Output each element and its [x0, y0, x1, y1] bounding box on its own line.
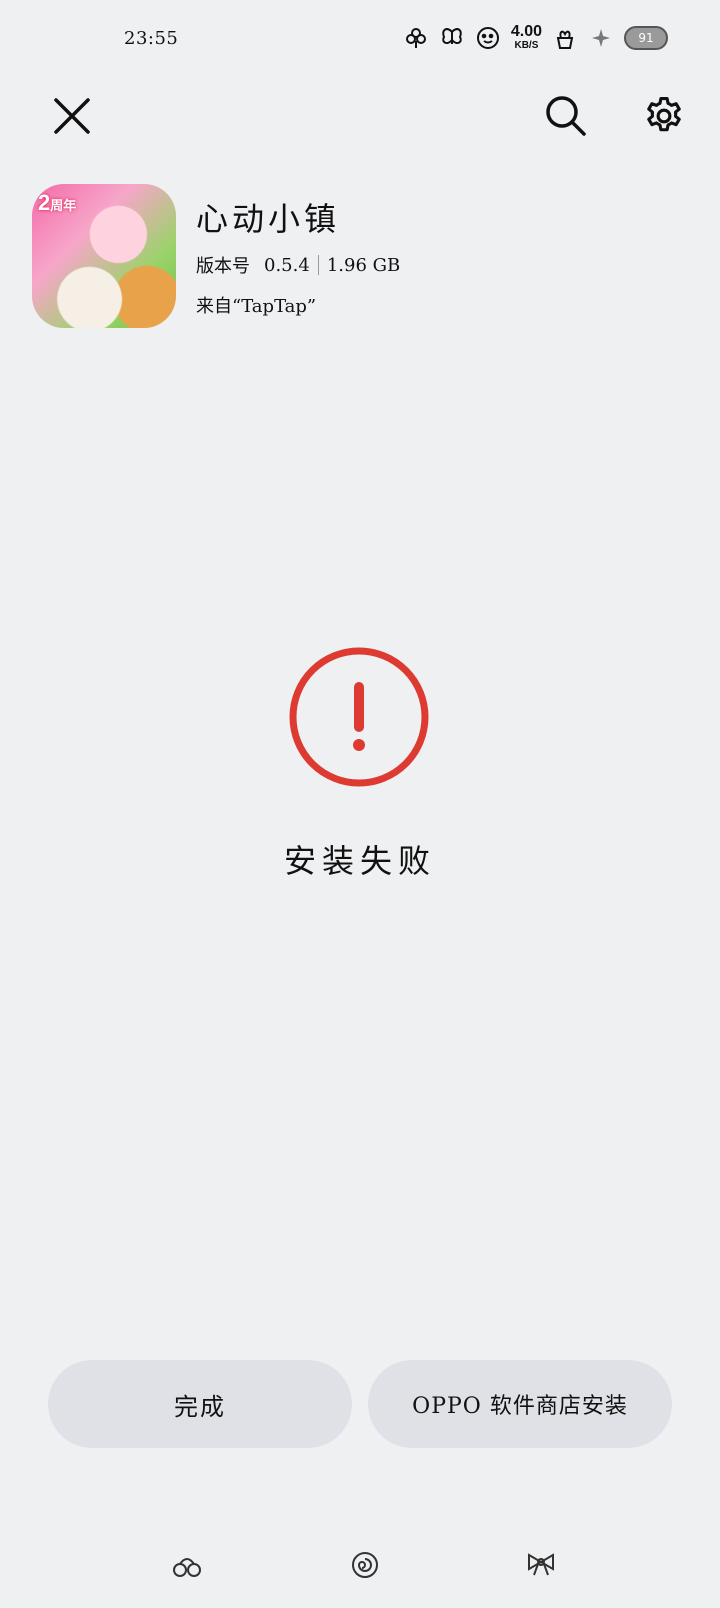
recent-apps-icon: [528, 1553, 554, 1576]
battery-level: 91: [638, 30, 654, 45]
app-icon-badge-number: 2: [38, 190, 51, 215]
face-icon: [475, 25, 501, 51]
network-speed-value: 4.00: [510, 23, 542, 40]
home-icon: [352, 1552, 378, 1578]
settings-button[interactable]: [636, 88, 692, 144]
error-icon: [289, 647, 429, 787]
app-meta: 版本号 0.5.4 1.96 GB: [196, 252, 400, 278]
store-install-button[interactable]: OPPO 软件商店安装: [368, 1360, 672, 1448]
app-icon-badge: 2周年: [38, 190, 76, 216]
app-source: 来自“TapTap”: [196, 296, 317, 317]
back-button[interactable]: [170, 1548, 204, 1582]
app-icon-badge-text: 周年: [50, 198, 77, 213]
search-icon: [546, 96, 586, 136]
network-speed-unit: KB/S: [514, 40, 539, 51]
search-button[interactable]: [538, 88, 594, 144]
app-size: 1.96 GB: [326, 254, 401, 276]
app-name: 心动小镇: [196, 200, 341, 238]
status-time: 23:55: [124, 28, 179, 49]
version-label: 版本号: [196, 256, 250, 277]
clover-icon: [403, 25, 429, 51]
gear-icon: [647, 97, 681, 132]
status-bar: 23:55 4.00 KB/S 91: [0, 0, 720, 80]
flower-pot-icon: [552, 25, 578, 51]
done-button[interactable]: 完成: [48, 1360, 352, 1448]
close-button[interactable]: [44, 88, 100, 144]
network-speed: 4.00 KB/S: [511, 24, 542, 51]
back-icon: [173, 1558, 201, 1577]
home-button[interactable]: [348, 1548, 382, 1582]
install-status-text: 安装失败: [283, 842, 436, 880]
app-icon: 2周年: [32, 184, 176, 328]
version-value: 0.5.4: [264, 254, 310, 276]
butterfly-icon: [439, 25, 465, 51]
meta-divider: [317, 255, 319, 275]
status-icons: 4.00 KB/S 91: [403, 24, 668, 51]
battery-icon: 91: [624, 25, 668, 50]
close-icon: [54, 98, 90, 134]
recent-apps-button[interactable]: [524, 1548, 558, 1582]
sparkle-icon: [588, 25, 614, 51]
